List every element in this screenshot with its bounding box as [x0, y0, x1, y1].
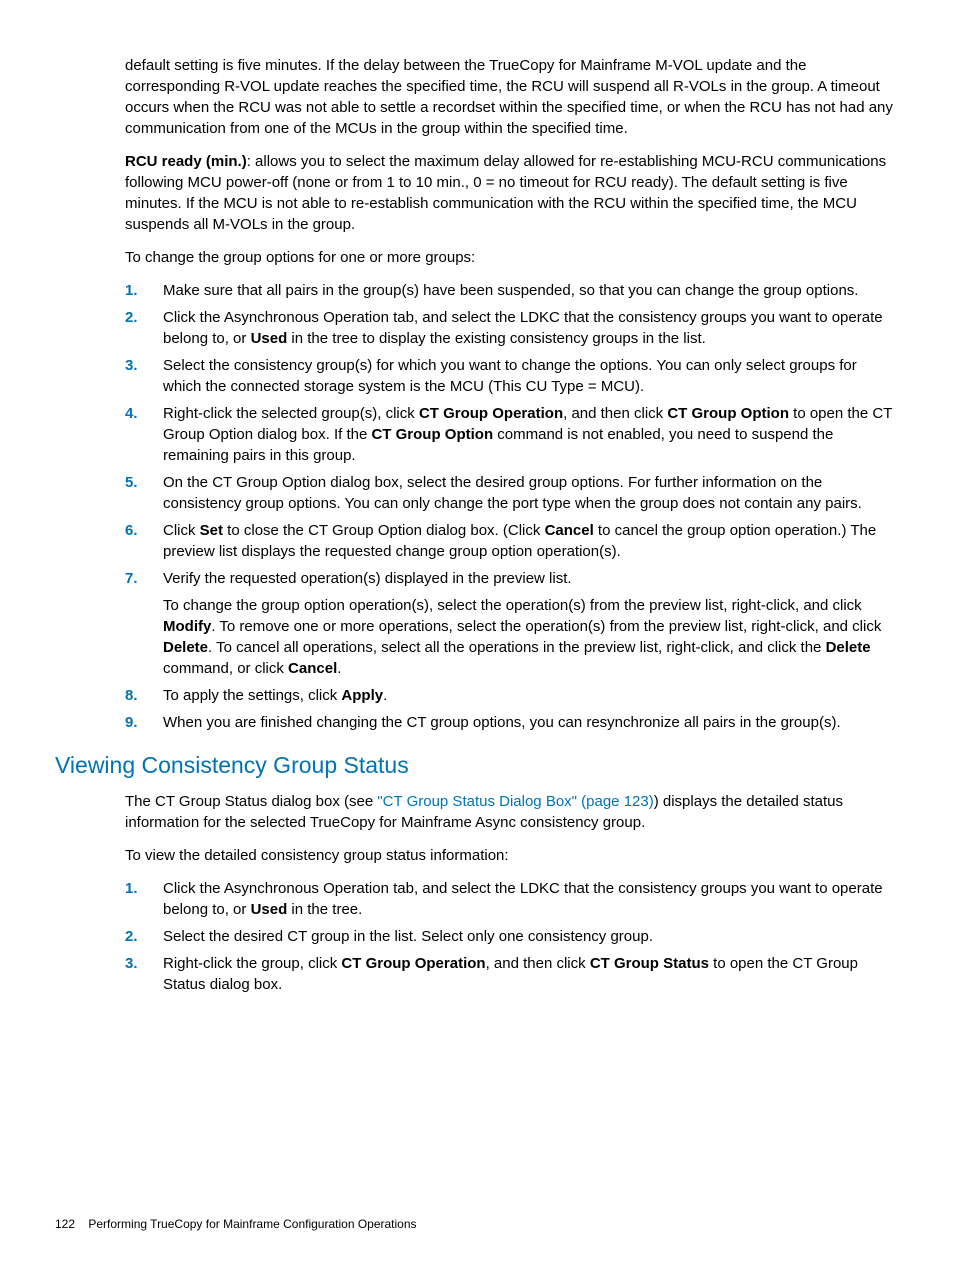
page-footer: 122 Performing TrueCopy for Mainframe Co… — [55, 1216, 417, 1233]
rcu-ready-label: RCU ready (min.) — [125, 153, 247, 170]
list-item: Verify the requested operation(s) displa… — [125, 568, 899, 679]
list-item: To apply the settings, click Apply. — [125, 685, 899, 706]
list-item: Right-click the group, click CT Group Op… — [125, 953, 899, 995]
procedure-list-2: Click the Asynchronous Operation tab, an… — [125, 878, 899, 995]
main-content: default setting is five minutes. If the … — [125, 55, 899, 733]
section-content: The CT Group Status dialog box (see "CT … — [125, 791, 899, 995]
list-item: Select the consistency group(s) for whic… — [125, 355, 899, 397]
paragraph-ct-view: To view the detailed consistency group s… — [125, 845, 899, 866]
paragraph-intro: default setting is five minutes. If the … — [125, 55, 899, 139]
list-item: Select the desired CT group in the list.… — [125, 926, 899, 947]
paragraph-rcu: RCU ready (min.): allows you to select t… — [125, 151, 899, 235]
section-heading: Viewing Consistency Group Status — [55, 749, 899, 781]
list-subparagraph: To change the group option operation(s),… — [163, 595, 899, 679]
list-item: When you are finished changing the CT gr… — [125, 712, 899, 733]
page-number: 122 — [55, 1217, 75, 1231]
list-item: Click the Asynchronous Operation tab, an… — [125, 878, 899, 920]
paragraph-change-intro: To change the group options for one or m… — [125, 247, 899, 268]
cross-reference-link[interactable]: "CT Group Status Dialog Box" (page 123) — [377, 793, 653, 810]
list-item: Click the Asynchronous Operation tab, an… — [125, 307, 899, 349]
list-item: Make sure that all pairs in the group(s)… — [125, 280, 899, 301]
footer-title: Performing TrueCopy for Mainframe Config… — [88, 1217, 416, 1231]
procedure-list-1: Make sure that all pairs in the group(s)… — [125, 280, 899, 733]
list-item: Click Set to close the CT Group Option d… — [125, 520, 899, 562]
list-item: Right-click the selected group(s), click… — [125, 403, 899, 466]
list-item: On the CT Group Option dialog box, selec… — [125, 472, 899, 514]
paragraph-ct-status: The CT Group Status dialog box (see "CT … — [125, 791, 899, 833]
